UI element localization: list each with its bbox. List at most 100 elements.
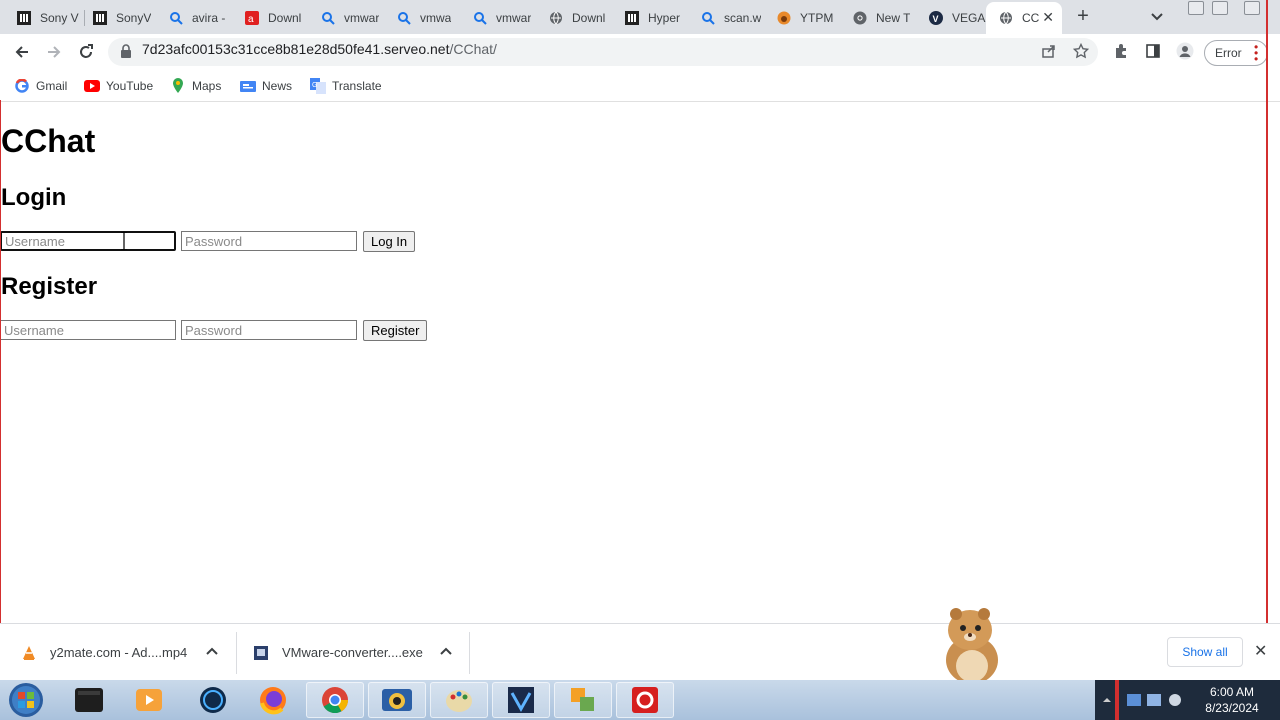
tab-0[interactable]: Sony V xyxy=(4,4,80,32)
tab-8[interactable]: Hyper xyxy=(612,4,688,32)
tab-4[interactable]: vmwar xyxy=(308,4,384,32)
login-button[interactable]: Log In xyxy=(363,231,416,252)
back-button[interactable] xyxy=(10,40,34,64)
restore-button[interactable] xyxy=(1212,1,1228,15)
fox-icon xyxy=(776,10,792,26)
tab-label: New T xyxy=(876,11,911,25)
svg-text:G: G xyxy=(312,82,317,89)
translate-icon: G xyxy=(310,78,326,94)
installer-icon xyxy=(252,644,270,662)
vlc-icon xyxy=(20,644,38,662)
tab-7[interactable]: Downl xyxy=(536,4,612,32)
tab-12[interactable]: V VEGAS xyxy=(916,4,986,32)
taskbar-app-firefox[interactable] xyxy=(244,682,302,718)
bookmark-news[interactable]: News xyxy=(240,77,292,95)
bookmark-gmail[interactable]: Gmail xyxy=(14,77,67,95)
tab-label: vmwa xyxy=(420,11,452,25)
taskbar-app-globe[interactable] xyxy=(184,682,242,718)
taskbar-app-media[interactable] xyxy=(120,682,178,718)
window-close-button[interactable] xyxy=(1244,1,1260,15)
taskbar: 6:00 AM 8/23/2024 xyxy=(0,680,1280,720)
tab-label: Sony V xyxy=(40,11,79,25)
search-icon xyxy=(168,10,184,26)
tray-icons[interactable] xyxy=(1095,680,1185,720)
bookmarks-bar: Gmail YouTube Maps News G Translate xyxy=(0,70,1280,102)
reload-button[interactable] xyxy=(74,40,98,64)
side-panel-icon[interactable] xyxy=(1144,42,1162,60)
taskbar-app-chrome[interactable] xyxy=(306,682,364,718)
tab-label: scan.w xyxy=(724,11,762,25)
chevron-up-icon[interactable] xyxy=(204,644,220,660)
extensions-icon[interactable] xyxy=(1112,42,1130,60)
download-label: VMware-converter....exe xyxy=(282,645,423,660)
download-item[interactable]: y2mate.com - Ad....mp4 xyxy=(20,624,187,681)
chrome-icon xyxy=(852,10,868,26)
tab-label: SonyV xyxy=(116,11,152,25)
login-password-input[interactable] xyxy=(181,231,357,251)
lock-icon[interactable] xyxy=(120,44,132,63)
tab-1[interactable]: SonyV xyxy=(80,4,156,32)
bookmark-maps[interactable]: Maps xyxy=(170,77,221,95)
bookmark-label: YouTube xyxy=(106,79,154,93)
register-username-input[interactable] xyxy=(0,320,176,340)
maps-icon xyxy=(170,78,186,94)
library-icon xyxy=(92,10,108,26)
tab-label: VEGAS xyxy=(952,11,986,25)
chevron-up-icon[interactable] xyxy=(438,644,454,660)
share-icon[interactable] xyxy=(1040,42,1058,60)
tab-active-cchat[interactable]: CC ✕ xyxy=(986,2,1062,34)
tab-3[interactable]: a Downl xyxy=(232,4,308,32)
show-all-button[interactable]: Show all xyxy=(1167,637,1243,667)
bookmark-star-icon[interactable] xyxy=(1072,42,1090,60)
recording-border xyxy=(0,100,1,625)
tab-label: Downl xyxy=(268,11,302,25)
page-title: CChat xyxy=(1,123,96,159)
minimize-button[interactable] xyxy=(1188,1,1204,15)
tab-5[interactable]: vmwa xyxy=(384,4,460,32)
tab-6[interactable]: vmwar xyxy=(460,4,536,32)
tab-11[interactable]: New T xyxy=(840,4,916,32)
error-button[interactable]: Error xyxy=(1204,40,1268,66)
taskbar-app-avira[interactable] xyxy=(616,682,674,718)
taskbar-app-hypercam[interactable] xyxy=(368,682,426,718)
tab-9[interactable]: scan.w xyxy=(688,4,764,32)
taskbar-app-terminal[interactable] xyxy=(60,682,118,718)
divider xyxy=(236,632,237,674)
close-tab-icon[interactable]: ✕ xyxy=(1042,9,1054,25)
globe-icon xyxy=(998,10,1014,26)
chevron-down-icon[interactable] xyxy=(1150,9,1170,25)
search-icon xyxy=(396,10,412,26)
page-content: CChat Login Log In Register Register xyxy=(0,103,1266,623)
register-button[interactable]: Register xyxy=(363,320,428,341)
register-password-input[interactable] xyxy=(181,320,357,340)
tab-label: vmwar xyxy=(344,11,380,25)
bookmark-translate[interactable]: G Translate xyxy=(310,77,382,95)
globe-icon xyxy=(548,10,564,26)
menu-dots-icon[interactable]: • • • xyxy=(1254,41,1258,65)
library-icon xyxy=(16,10,32,26)
clock-time: 6:00 AM xyxy=(1209,685,1255,699)
screen: Sony V SonyV avira - a Downl vmwar vmwa … xyxy=(0,0,1280,720)
text-cursor-icon xyxy=(121,231,127,251)
taskbar-app-vegas[interactable] xyxy=(492,682,550,718)
tab-2[interactable]: avira - xyxy=(156,4,232,32)
tab-label: avira - xyxy=(192,11,226,25)
download-item[interactable]: VMware-converter....exe xyxy=(252,624,423,681)
url-text[interactable]: 7d23afc00153c31cce8b81e28d50fe41.serveo.… xyxy=(142,41,497,57)
start-button[interactable] xyxy=(6,681,46,719)
new-tab-button[interactable]: + xyxy=(1072,6,1094,28)
bookmark-label: Translate xyxy=(332,79,382,93)
close-icon[interactable]: ✕ xyxy=(1254,641,1267,661)
forward-button[interactable] xyxy=(42,40,66,64)
login-heading: Login xyxy=(1,184,67,211)
login-username-input[interactable] xyxy=(0,231,176,251)
download-label: y2mate.com - Ad....mp4 xyxy=(50,645,188,660)
taskbar-app-vmware[interactable] xyxy=(554,682,612,718)
taskbar-app-paint[interactable] xyxy=(430,682,488,718)
bookmark-youtube[interactable]: YouTube xyxy=(84,77,153,95)
hamster-mascot-image xyxy=(936,604,1008,684)
taskbar-clock[interactable]: 6:00 AM 8/23/2024 xyxy=(1190,684,1274,716)
profile-avatar-icon[interactable] xyxy=(1176,42,1194,60)
youtube-icon xyxy=(84,78,100,94)
tab-10[interactable]: YTPM xyxy=(764,4,840,32)
